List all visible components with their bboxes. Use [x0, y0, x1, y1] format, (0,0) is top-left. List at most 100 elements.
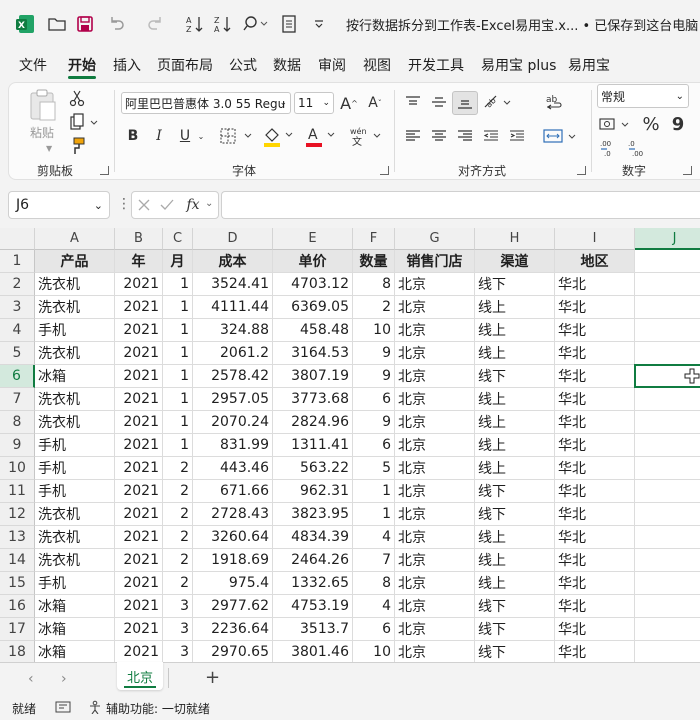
phonetic-guide-icon[interactable]: wén 文 — [346, 124, 386, 148]
empty-cell[interactable] — [635, 526, 700, 549]
header-cell[interactable]: 单价 — [273, 250, 353, 273]
table-cell[interactable]: 2021 — [115, 434, 163, 457]
table-cell[interactable]: 8 — [353, 273, 395, 296]
table-cell[interactable]: 3773.68 — [273, 388, 353, 411]
column-header-j[interactable]: J — [635, 228, 700, 250]
table-cell[interactable]: 洗衣机 — [35, 526, 115, 549]
table-cell[interactable]: 3801.46 — [273, 641, 353, 662]
cell-mode-icon[interactable] — [55, 700, 71, 718]
table-cell[interactable]: 华北 — [555, 365, 635, 388]
form-icon[interactable] — [276, 12, 302, 36]
table-cell[interactable]: 9 — [353, 411, 395, 434]
align-center-icon[interactable] — [428, 126, 450, 146]
table-cell[interactable]: 6369.05 — [273, 296, 353, 319]
table-cell[interactable]: 线上 — [475, 296, 555, 319]
table-cell[interactable]: 831.99 — [193, 434, 273, 457]
table-cell[interactable]: 北京 — [395, 503, 475, 526]
table-cell[interactable]: 线上 — [475, 434, 555, 457]
table-cell[interactable]: 2021 — [115, 641, 163, 662]
comma-style-icon[interactable]: 9 — [668, 113, 688, 135]
table-cell[interactable]: 冰箱 — [35, 365, 115, 388]
table-cell[interactable]: 手机 — [35, 457, 115, 480]
enter-icon[interactable] — [158, 196, 176, 214]
table-cell[interactable]: 3260.64 — [193, 526, 273, 549]
table-cell[interactable]: 2970.65 — [193, 641, 273, 662]
table-cell[interactable]: 4 — [353, 595, 395, 618]
table-cell[interactable]: 3524.41 — [193, 273, 273, 296]
open-folder-icon[interactable] — [44, 12, 70, 36]
tab-file[interactable]: 文件 — [19, 55, 47, 75]
increase-indent-icon[interactable] — [506, 126, 528, 146]
table-cell[interactable]: 6 — [353, 618, 395, 641]
align-top-icon[interactable] — [402, 92, 424, 112]
table-cell[interactable]: 2 — [163, 457, 193, 480]
table-cell[interactable]: 2 — [163, 503, 193, 526]
tab-yiyongbao[interactable]: 易用宝 — [568, 55, 610, 75]
formula-input[interactable] — [221, 191, 700, 219]
row-header[interactable]: 13 — [0, 526, 35, 549]
row-header[interactable]: 9 — [0, 434, 35, 457]
table-cell[interactable]: 1 — [163, 273, 193, 296]
table-cell[interactable]: 北京 — [395, 296, 475, 319]
more-options-icon[interactable]: ⋮ — [117, 196, 131, 212]
tab-yiyongbao-plus[interactable]: 易用宝 plus — [481, 55, 556, 75]
add-sheet-button[interactable]: + — [205, 667, 220, 688]
table-cell[interactable]: 2021 — [115, 618, 163, 641]
table-cell[interactable]: 2021 — [115, 526, 163, 549]
undo-icon[interactable] — [104, 12, 130, 36]
table-cell[interactable]: 北京 — [395, 526, 475, 549]
table-cell[interactable]: 9 — [353, 365, 395, 388]
row-header[interactable]: 10 — [0, 457, 35, 480]
table-cell[interactable]: 冰箱 — [35, 641, 115, 662]
save-icon[interactable] — [72, 12, 98, 36]
empty-cell[interactable] — [635, 503, 700, 526]
table-cell[interactable]: 线上 — [475, 549, 555, 572]
number-format-dropdown[interactable]: 常规 ⌄ — [597, 84, 689, 108]
table-cell[interactable]: 2824.96 — [273, 411, 353, 434]
table-cell[interactable]: 华北 — [555, 457, 635, 480]
align-bottom-icon[interactable] — [452, 91, 478, 115]
table-cell[interactable]: 洗衣机 — [35, 273, 115, 296]
scroll-left-icon[interactable]: ‹ — [28, 671, 34, 687]
paste-icon[interactable] — [28, 88, 58, 122]
table-cell[interactable]: 洗衣机 — [35, 342, 115, 365]
table-cell[interactable]: 975.4 — [193, 572, 273, 595]
table-cell[interactable]: 洗衣机 — [35, 296, 115, 319]
accounting-format-icon[interactable] — [598, 114, 634, 134]
table-cell[interactable]: 10 — [353, 641, 395, 662]
column-header-h[interactable]: H — [475, 228, 555, 250]
table-cell[interactable]: 2021 — [115, 342, 163, 365]
table-cell[interactable]: 北京 — [395, 618, 475, 641]
table-cell[interactable]: 1 — [163, 342, 193, 365]
table-cell[interactable]: 8 — [353, 572, 395, 595]
table-cell[interactable]: 1918.69 — [193, 549, 273, 572]
empty-cell[interactable] — [635, 572, 700, 595]
table-cell[interactable]: 2021 — [115, 503, 163, 526]
table-cell[interactable]: 线上 — [475, 319, 555, 342]
find-icon[interactable] — [238, 12, 272, 36]
table-cell[interactable]: 线下 — [475, 503, 555, 526]
decrease-font-icon[interactable]: Aˇ — [364, 92, 386, 114]
copy-icon[interactable] — [66, 112, 102, 132]
decrease-decimal-icon[interactable]: .0.00 — [626, 138, 648, 158]
table-cell[interactable]: 线下 — [475, 595, 555, 618]
table-cell[interactable]: 北京 — [395, 273, 475, 296]
table-cell[interactable]: 华北 — [555, 549, 635, 572]
paste-button[interactable]: 粘贴 — [30, 124, 54, 141]
empty-cell[interactable] — [635, 296, 700, 319]
tab-developer[interactable]: 开发工具 — [408, 55, 464, 75]
empty-cell[interactable] — [635, 250, 700, 273]
table-cell[interactable]: 洗衣机 — [35, 503, 115, 526]
underline-button[interactable]: U — [176, 126, 194, 146]
table-cell[interactable]: 1 — [353, 480, 395, 503]
insert-function-icon[interactable]: fx — [182, 195, 204, 215]
header-cell[interactable]: 地区 — [555, 250, 635, 273]
table-cell[interactable]: 1 — [163, 434, 193, 457]
table-cell[interactable]: 6 — [353, 434, 395, 457]
format-painter-icon[interactable] — [66, 136, 88, 156]
table-cell[interactable]: 10 — [353, 319, 395, 342]
row-header[interactable]: 7 — [0, 388, 35, 411]
table-cell[interactable]: 华北 — [555, 503, 635, 526]
table-cell[interactable]: 线下 — [475, 618, 555, 641]
tab-data[interactable]: 数据 — [273, 55, 301, 75]
